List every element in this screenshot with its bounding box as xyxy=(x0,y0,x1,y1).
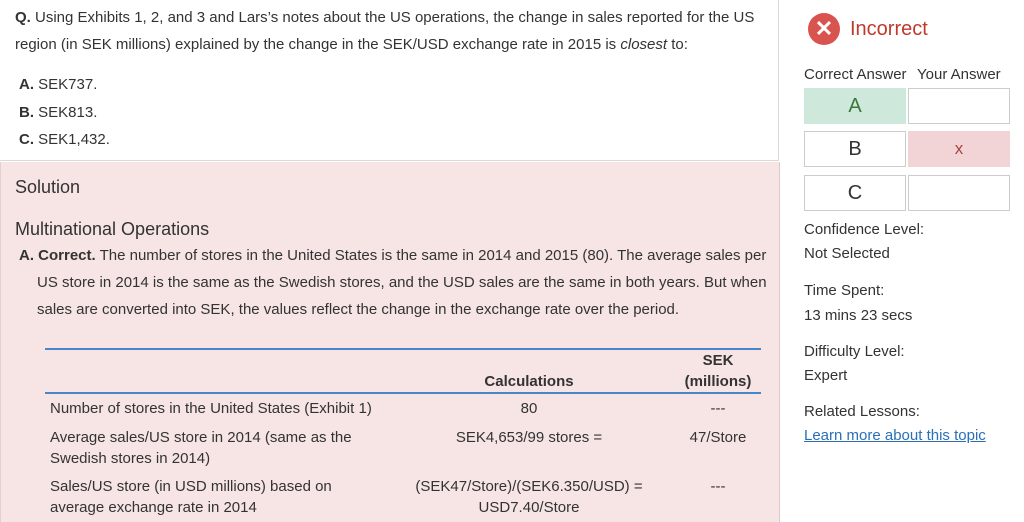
row-label: Sales/US store (in USD millions) based o… xyxy=(50,478,332,495)
your-answer-a xyxy=(908,88,1010,124)
choice-text: SEK737. xyxy=(34,76,98,93)
col-header-sek: SEK xyxy=(702,352,734,369)
your-answer-c xyxy=(908,175,1010,211)
row-sek: --- xyxy=(710,400,726,417)
question-line-2b: to: xyxy=(667,36,688,53)
question-block: Q. Using Exhibits 1, 2, and 3 and Lars’s… xyxy=(0,0,779,161)
choice-b[interactable]: B. SEK813. xyxy=(19,104,97,121)
time-label: Time Spent: xyxy=(804,282,885,299)
row-label: Number of stores in the United States (E… xyxy=(50,400,372,417)
solution-panel: Solution Multinational Operations A. Cor… xyxy=(0,162,780,522)
confidence-label: Confidence Level: xyxy=(804,221,925,238)
row-sek: 47/Store xyxy=(689,429,747,446)
question-emphasis: closest xyxy=(620,36,668,53)
row-calculation: SEK4,653/99 stores = xyxy=(455,429,603,446)
question-prefix: Q. xyxy=(15,9,31,26)
question-line-2a: region (in SEK millions) explained by th… xyxy=(15,36,621,53)
correct-answer-b: B xyxy=(804,131,906,167)
solution-explanation: A. Correct. The number of stores in the … xyxy=(19,242,774,323)
correct-answer-c: C xyxy=(804,175,906,211)
explanation-line-1: The number of stores in the United State… xyxy=(95,247,767,264)
x-circle-icon: ✕ xyxy=(808,13,840,45)
row-calculation: 80 xyxy=(520,400,538,417)
choice-text: SEK813. xyxy=(34,104,98,121)
solution-title: Solution xyxy=(15,177,81,197)
choice-letter: A. xyxy=(19,76,34,93)
row-label-cont: average exchange rate in 2014 xyxy=(50,499,257,516)
correct-label: A. Correct. xyxy=(19,247,96,264)
difficulty-label: Difficulty Level: xyxy=(804,343,905,360)
correct-answer-a: A xyxy=(804,88,906,124)
time-value: 13 mins 23 secs xyxy=(804,307,913,324)
explanation-line-3: sales are converted into SEK, the values… xyxy=(37,301,680,318)
correct-answer-header: Correct Answer xyxy=(804,66,907,83)
row-label-cont: Swedish stores in 2014) xyxy=(50,450,211,467)
row-calculation: (SEK47/Store)/(SEK6.350/USD) = xyxy=(415,478,643,495)
choice-c[interactable]: C. SEK1,432. xyxy=(19,131,110,148)
choice-text: SEK1,432. xyxy=(34,131,110,148)
table-header-rule xyxy=(45,392,761,394)
question-text: Q. Using Exhibits 1, 2, and 3 and Lars’s… xyxy=(15,4,765,58)
explanation-line-2: US store in 2014 is the same as the Swed… xyxy=(37,274,767,291)
result-sidebar: ✕ Incorrect Correct Answer Your Answer A… xyxy=(780,0,1024,522)
question-panel: Q. Using Exhibits 1, 2, and 3 and Lars’s… xyxy=(0,0,780,522)
your-answer-b: x xyxy=(908,131,1010,167)
choice-a[interactable]: A. SEK737. xyxy=(19,76,97,93)
choice-letter: C. xyxy=(19,131,34,148)
row-label: Average sales/US store in 2014 (same as … xyxy=(50,429,352,446)
col-header-calculations: Calculations xyxy=(484,373,574,390)
result-status: Incorrect xyxy=(850,18,928,40)
difficulty-value: Expert xyxy=(804,367,848,384)
col-header-sek-millions: (millions) xyxy=(684,373,752,390)
table-top-rule xyxy=(45,348,761,350)
question-line-1: Using Exhibits 1, 2, and 3 and Lars’s no… xyxy=(30,9,755,26)
choice-letter: B. xyxy=(19,104,34,121)
row-sek: --- xyxy=(710,478,726,495)
row-calculation-result: USD7.40/Store xyxy=(478,499,580,516)
your-answer-header: Your Answer xyxy=(917,66,1001,83)
confidence-value: Not Selected xyxy=(804,245,890,262)
related-lessons-label: Related Lessons: xyxy=(804,403,920,420)
section-title: Multinational Operations xyxy=(15,219,210,239)
related-lesson-link[interactable]: Learn more about this topic xyxy=(804,427,986,444)
